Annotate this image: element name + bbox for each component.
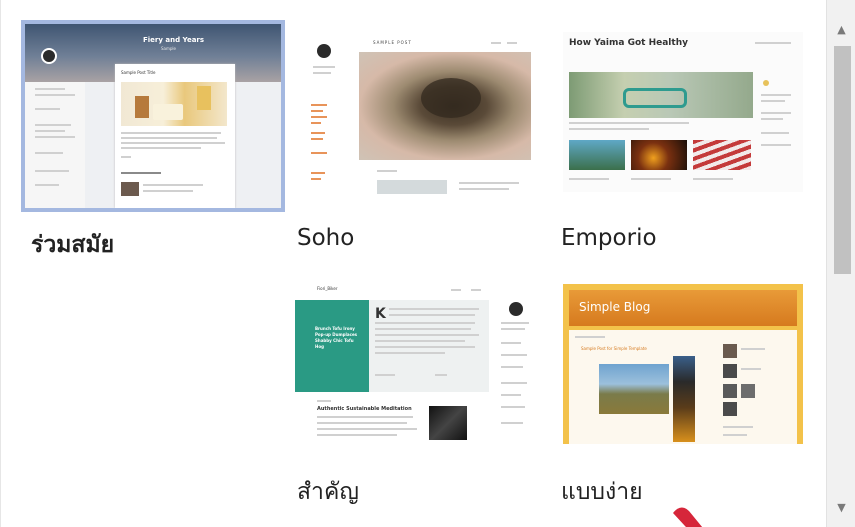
scroll-down-arrow-icon[interactable]: ▼ xyxy=(827,498,855,518)
preview-post-image xyxy=(429,406,467,440)
theme-name-notable[interactable]: สำคัญ xyxy=(297,474,359,510)
theme-thumbnail-emporio[interactable]: How Yaima Got Healthy xyxy=(563,32,803,192)
theme-name-emporio[interactable]: Emporio xyxy=(561,225,657,251)
theme-card-contemporary[interactable]: Fiery and Years Sample Sample Post Title xyxy=(21,20,285,263)
theme-name-simple[interactable]: แบบง่าย xyxy=(561,474,643,510)
scrollbar-thumb[interactable] xyxy=(834,46,851,274)
theme-card-simple[interactable]: Simple Blog Sample Post for Simple Templ… xyxy=(555,282,817,512)
theme-picker-panel: Fiery and Years Sample Sample Post Title xyxy=(0,0,855,527)
theme-thumbnail-notable[interactable]: Fiori_Biker Brunch Tofu Irony Pop-up Dum… xyxy=(295,282,537,442)
preview-avatar xyxy=(41,48,57,64)
vertical-scrollbar[interactable]: ▲ ▼ xyxy=(826,0,855,527)
preview-post-image xyxy=(599,364,669,414)
preview-bottle xyxy=(673,356,695,442)
scroll-up-arrow-icon[interactable]: ▲ xyxy=(827,20,855,40)
preview-post-title: Sample Post Title xyxy=(121,70,156,75)
preview-post-title: Sample Post for Simple Template xyxy=(581,346,647,351)
theme-name-soho[interactable]: Soho xyxy=(297,225,354,251)
preview-header-title: Simple Blog xyxy=(579,300,651,314)
preview-image-2 xyxy=(631,140,687,170)
theme-thumbnail-simple[interactable]: Simple Blog Sample Post for Simple Templ… xyxy=(563,284,803,444)
theme-thumbnail-soho[interactable]: SAMPLE POST xyxy=(301,32,541,202)
preview-image-3 xyxy=(693,140,751,170)
theme-name-contemporary[interactable]: ร่วมสมัย xyxy=(31,227,114,263)
preview-avatar xyxy=(317,44,331,58)
preview-header-title: How Yaima Got Healthy xyxy=(569,38,688,48)
preview-hero-text: Brunch Tofu Irony Pop-up Dumplaces Shabb… xyxy=(315,326,358,349)
theme-card-notable[interactable]: Fiori_Biker Brunch Tofu Irony Pop-up Dum… xyxy=(295,282,549,512)
preview-avatar xyxy=(509,302,523,316)
preview-post-title: Authentic Sustainable Meditation xyxy=(317,406,412,412)
preview-brand: Fiori_Biker xyxy=(317,286,338,291)
theme-card-emporio[interactable]: How Yaima Got Healthy Emporio xyxy=(555,22,817,262)
theme-thumbnail-contemporary[interactable]: Fiery and Years Sample Sample Post Title xyxy=(21,20,285,212)
preview-image-1 xyxy=(569,140,625,170)
pointer-cursor-icon xyxy=(673,507,703,527)
preview-header-subtitle: Sample xyxy=(161,46,176,51)
preview-header-title: Fiery and Years xyxy=(143,36,205,44)
theme-card-soho[interactable]: SAMPLE POST Soho xyxy=(295,22,549,262)
preview-header-title: SAMPLE POST xyxy=(373,40,412,45)
